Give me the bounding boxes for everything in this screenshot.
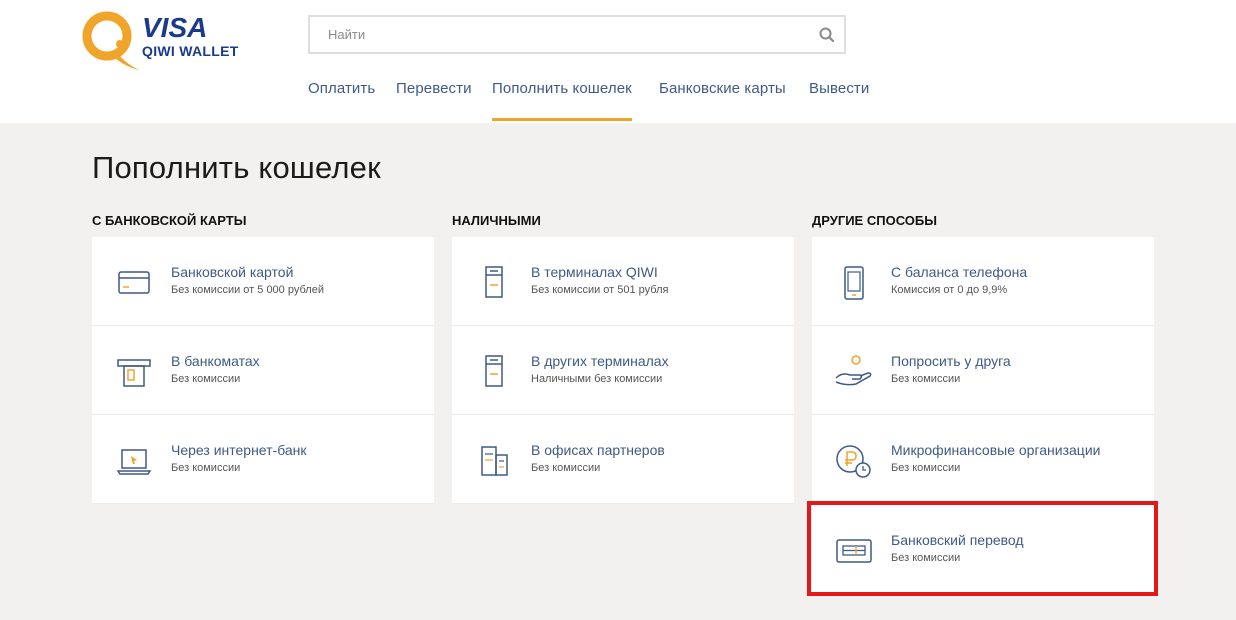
card-title: Банковский перевод	[891, 532, 1024, 548]
card-subtitle: Без комиссии	[171, 462, 241, 474]
card-subtitle: Без комиссии	[531, 462, 601, 474]
search-box	[308, 15, 846, 54]
card-other-terminals[interactable]: В других терминалах Наличными без комисс…	[452, 326, 794, 415]
card-title: Попросить у друга	[891, 353, 1011, 369]
site-header: VISA QIWI WALLET Оплатить Перевести Попо…	[0, 0, 1236, 123]
card-title: В терминалах QIWI	[531, 264, 658, 280]
card-bank-card[interactable]: Банковской картой Без комиссии от 5 000 …	[92, 237, 434, 326]
column-heading-other: Другие способы	[812, 213, 937, 228]
card-microfinance[interactable]: Микрофинансовые организации Без комиссии	[812, 415, 1154, 504]
terminal-icon	[485, 355, 503, 387]
card-subtitle: Без комиссии	[891, 552, 961, 564]
card-title: Через интернет-банк	[171, 442, 307, 458]
column-heading-bank-card: С банковской карты	[92, 213, 247, 228]
card-subtitle: Комиссия от 0 до 9,9%	[891, 284, 1008, 296]
logo-wallet-text: QIWI WALLET	[142, 43, 239, 59]
column-heading-cash: Наличными	[452, 213, 541, 228]
laptop-icon	[116, 449, 152, 475]
card-subtitle: Без комиссии	[891, 373, 961, 385]
card-title: С баланса телефона	[891, 264, 1028, 280]
card-ask-friend[interactable]: Попросить у друга Без комиссии	[812, 326, 1154, 415]
search-input[interactable]	[310, 17, 828, 52]
qiwi-logo-icon	[82, 11, 140, 70]
card-title: В офисах партнеров	[531, 442, 665, 458]
nav-item-withdraw[interactable]: Вывести	[809, 80, 869, 121]
bank-card-icon	[118, 271, 150, 294]
card-title: Банковской картой	[171, 264, 294, 280]
card-internet-bank[interactable]: Через интернет-банк Без комиссии	[92, 415, 434, 504]
card-bank-transfer[interactable]: Банковский перевод Без комиссии	[812, 505, 1154, 594]
card-title: Микрофинансовые организации	[891, 442, 1101, 458]
terminal-icon	[485, 266, 503, 298]
logo-visa-text: VISA	[142, 12, 208, 43]
card-phone-balance[interactable]: С баланса телефона Комиссия от 0 до 9,9%	[812, 237, 1154, 326]
card-subtitle: Наличными без комиссии	[531, 373, 663, 385]
card-title: В банкоматах	[171, 353, 260, 369]
card-title: В других терминалах	[531, 353, 669, 369]
nav-item-bank-cards[interactable]: Банковские карты	[659, 80, 786, 121]
ruble-clock-icon	[836, 445, 871, 478]
card-subtitle: Без комиссии	[891, 462, 961, 474]
atm-icon	[117, 359, 151, 387]
search-icon[interactable]	[818, 26, 836, 44]
nav-item-transfer[interactable]: Перевести	[396, 80, 472, 121]
phone-icon	[844, 266, 864, 300]
card-qiwi-terminals[interactable]: В терминалах QIWI Без комиссии от 501 ру…	[452, 237, 794, 326]
qiwi-visa-logo[interactable]: VISA QIWI WALLET	[80, 8, 260, 74]
card-partner-offices[interactable]: В офисах партнеров Без комиссии	[452, 415, 794, 504]
nav-item-top-up[interactable]: Пополнить кошелек	[492, 80, 632, 121]
card-atm[interactable]: В банкоматах Без комиссии	[92, 326, 434, 415]
hand-coin-icon	[835, 355, 872, 386]
page-title: Пополнить кошелек	[92, 150, 381, 185]
card-subtitle: Без комиссии от 5 000 рублей	[171, 284, 324, 296]
office-building-icon	[481, 446, 508, 476]
card-subtitle: Без комиссии от 501 рубля	[531, 284, 669, 296]
nav-item-pay[interactable]: Оплатить	[308, 80, 375, 121]
card-subtitle: Без комиссии	[171, 373, 241, 385]
bank-transfer-icon	[836, 539, 872, 563]
